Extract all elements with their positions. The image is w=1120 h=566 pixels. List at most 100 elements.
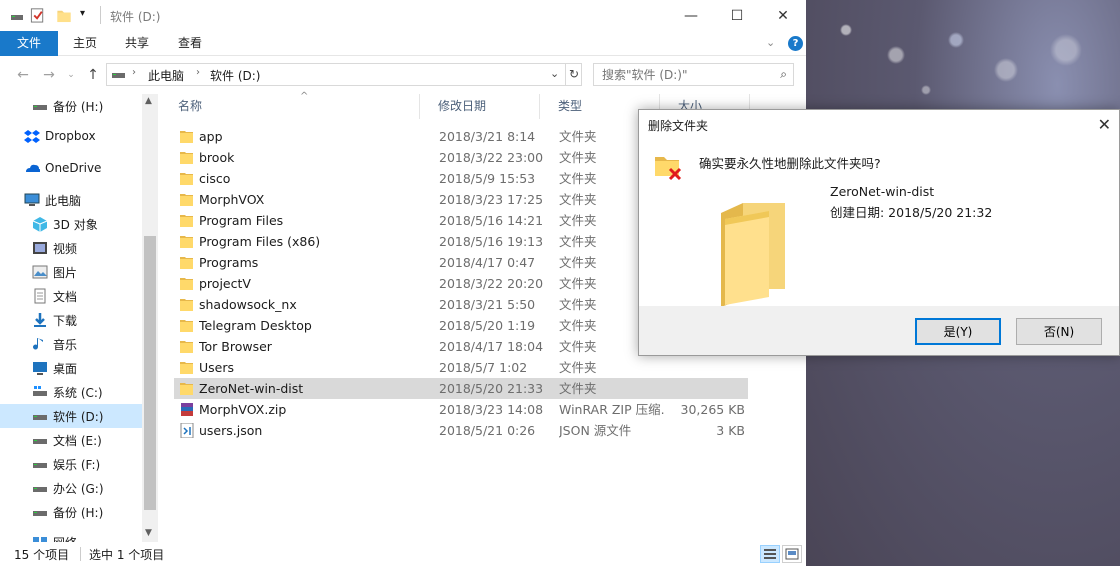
nav-item-label: 备份 (H:) — [53, 505, 104, 520]
nav-item-17[interactable]: 网络 — [0, 530, 142, 542]
delete-folder-dialog: 删除文件夹 ✕ 确实要永久性地删除此文件夹吗? ZeroNet-win-dist… — [638, 109, 1120, 356]
address-bar[interactable]: › 此电脑 › 软件 (D:) ⌄ ↻ — [106, 63, 582, 86]
nav-item-11[interactable]: 系统 (C:) — [0, 380, 142, 404]
breadcrumb-separator-icon[interactable]: › — [132, 67, 136, 78]
expand-ribbon-icon[interactable]: ⌄ — [766, 36, 775, 49]
large-icons-view-icon — [785, 548, 799, 560]
scroll-up-icon[interactable]: ▲ — [145, 96, 152, 106]
nav-item-14[interactable]: 娱乐 (F:) — [0, 452, 142, 476]
nav-item-label: 娱乐 (F:) — [53, 457, 101, 472]
drive-icon — [112, 73, 125, 78]
dialog-created-date: 创建日期: 2018/5/20 21:32 — [830, 205, 993, 220]
tab-view[interactable]: 查看 — [163, 31, 217, 56]
drive-icon — [32, 98, 48, 114]
customize-toolbar-icon[interactable]: ▾ — [80, 8, 85, 19]
nav-item-9[interactable]: 音乐 — [0, 332, 142, 356]
nav-item-label: 备份 (H:) — [53, 99, 104, 114]
documents-icon — [32, 288, 48, 304]
search-input[interactable] — [594, 64, 793, 85]
forward-button[interactable]: → — [40, 66, 58, 84]
nav-item-3[interactable]: 此电脑 — [0, 188, 142, 212]
dialog-title-bar: 删除文件夹 ✕ — [639, 110, 1119, 139]
nav-item-16[interactable]: 备份 (H:) — [0, 500, 142, 524]
file-date: 2018/3/21 8:14 — [439, 129, 536, 144]
scroll-down-icon[interactable]: ▼ — [145, 528, 152, 538]
tab-home[interactable]: 主页 — [58, 31, 112, 56]
nav-item-label: 系统 (C:) — [53, 385, 103, 400]
navigation-pane: 网络 备份 (H:) 办公 (G:) 娱乐 (F:) 文档 (E:) 软件 (D:) 系统 … — [0, 94, 158, 542]
maximize-button[interactable]: ☐ — [714, 0, 760, 31]
minimize-button[interactable]: — — [668, 0, 714, 31]
onedrive-icon — [24, 160, 40, 176]
nav-scrollbar[interactable]: ▲ ▼ — [142, 94, 158, 542]
breadcrumb-separator-icon[interactable]: › — [196, 67, 200, 78]
properties-icon[interactable] — [30, 6, 46, 23]
details-view-icon — [764, 549, 776, 559]
nav-item-6[interactable]: 图片 — [0, 260, 142, 284]
up-button[interactable]: ↑ — [84, 66, 102, 84]
system-drive-icon — [32, 384, 48, 400]
no-button[interactable]: 否(N) — [1016, 318, 1102, 345]
nav-item-15[interactable]: 办公 (G:) — [0, 476, 142, 500]
computer-icon — [24, 192, 40, 208]
nav-item-0[interactable]: 备份 (H:) — [0, 94, 142, 118]
nav-item-7[interactable]: 文档 — [0, 284, 142, 308]
address-toolbar: ← → ⌄ ↑ › 此电脑 › 软件 (D:) ⌄ ↻ ⌕ — [0, 56, 806, 94]
nav-item-label: 3D 对象 — [53, 217, 98, 232]
drive-icon — [32, 456, 48, 472]
search-icon[interactable]: ⌕ — [780, 67, 787, 82]
nav-item-2[interactable]: OneDrive — [0, 156, 142, 180]
breadcrumb-drive-d[interactable]: 软件 (D:) — [210, 67, 260, 84]
details-view-button[interactable] — [760, 545, 780, 563]
close-button[interactable]: ✕ — [760, 0, 806, 31]
file-date: 2018/5/20 1:19 — [439, 318, 536, 333]
nav-item-13[interactable]: 文档 (E:) — [0, 428, 142, 452]
desktop-icon — [32, 360, 48, 376]
yes-button[interactable]: 是(Y) — [915, 318, 1001, 345]
column-header-name[interactable]: 名称 — [160, 94, 420, 119]
refresh-icon[interactable]: ↻ — [565, 64, 582, 85]
dropbox-icon — [24, 128, 40, 144]
back-button[interactable]: ← — [14, 66, 32, 84]
status-divider — [80, 547, 81, 561]
drive-icon — [32, 432, 48, 448]
file-date: 2018/5/21 0:26 — [439, 423, 536, 438]
large-icons-view-button[interactable] — [782, 545, 802, 563]
item-count: 15 个项目 — [14, 548, 70, 562]
selection-count: 选中 1 个项目 — [89, 548, 165, 562]
help-icon[interactable]: ? — [788, 36, 803, 51]
dialog-close-button[interactable]: ✕ — [1098, 115, 1111, 134]
dialog-question: 确实要永久性地删除此文件夹吗? — [699, 156, 881, 171]
file-row[interactable]: ZeroNet-win-dist 2018/5/20 21:33 文件夹 — [174, 378, 748, 399]
column-header-date[interactable]: 修改日期 — [420, 94, 540, 119]
file-row[interactable]: Users 2018/5/7 1:02 文件夹 — [174, 357, 748, 378]
file-name: ZeroNet-win-dist — [199, 381, 304, 396]
tab-share[interactable]: 共享 — [110, 31, 164, 56]
file-row[interactable]: MorphVOX.zip 2018/3/23 14:08 WinRAR ZIP 压缩… — [174, 399, 748, 420]
download-icon — [32, 312, 48, 328]
nav-item-1[interactable]: Dropbox — [0, 124, 142, 148]
nav-item-8[interactable]: 下载 — [0, 308, 142, 332]
nav-item-label: OneDrive — [45, 161, 102, 175]
drive-icon — [32, 504, 48, 520]
new-folder-icon[interactable] — [56, 6, 72, 23]
tab-file[interactable]: 文件 — [0, 31, 58, 56]
nav-item-12[interactable]: 软件 (D:) — [0, 404, 142, 428]
breadcrumb-this-pc[interactable]: 此电脑 — [148, 67, 184, 84]
dialog-item-name: ZeroNet-win-dist — [830, 184, 935, 199]
drive-icon — [11, 15, 23, 20]
file-name: Tor Browser — [199, 339, 272, 354]
recent-locations-icon[interactable]: ⌄ — [62, 66, 80, 84]
nav-item-label: 此电脑 — [45, 193, 82, 208]
file-name: brook — [199, 150, 235, 165]
address-dropdown-icon[interactable]: ⌄ — [550, 67, 559, 80]
nav-scrollbar-thumb[interactable] — [144, 236, 156, 510]
nav-item-10[interactable]: 桌面 — [0, 356, 142, 380]
file-date: 2018/3/21 5:50 — [439, 297, 536, 312]
nav-item-label: 软件 (D:) — [53, 409, 104, 424]
file-date: 2018/5/20 21:33 — [439, 381, 544, 396]
search-box[interactable]: ⌕ — [593, 63, 794, 86]
nav-item-4[interactable]: 3D 对象 — [0, 212, 142, 236]
nav-item-5[interactable]: 视频 — [0, 236, 142, 260]
file-row[interactable]: users.json 2018/5/21 0:26 JSON 源文件 3 KB — [174, 420, 748, 441]
